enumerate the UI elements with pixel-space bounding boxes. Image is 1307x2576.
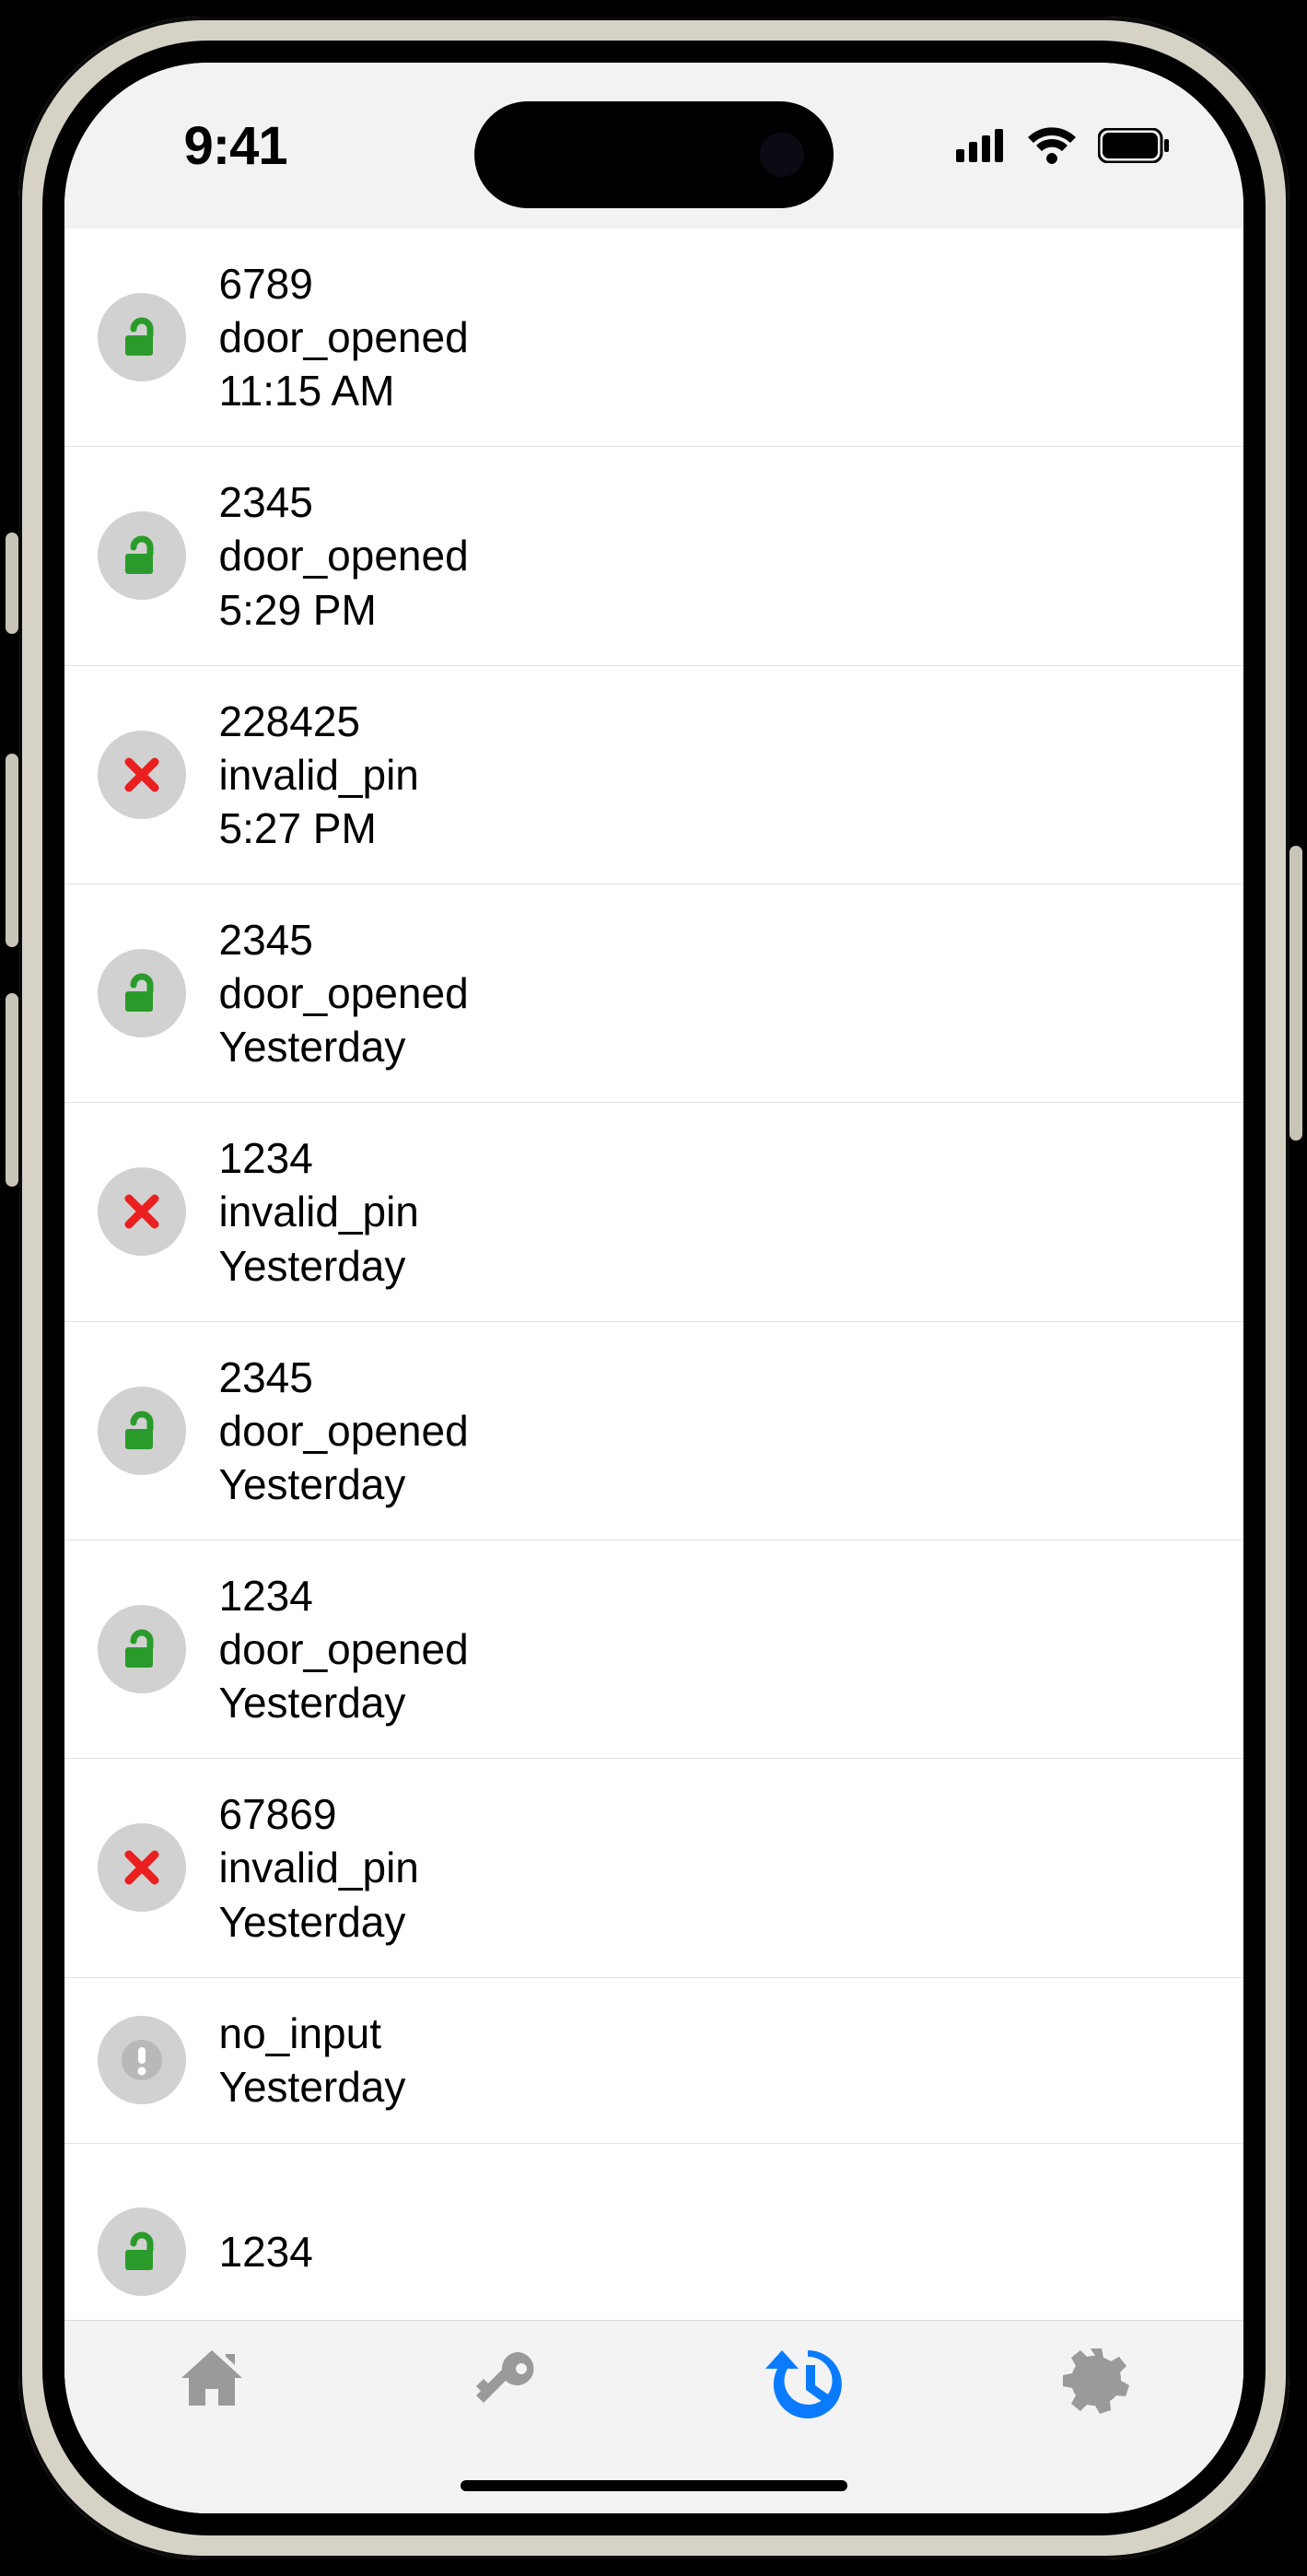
unlock-icon [118,313,166,361]
event-time: 5:27 PM [219,802,419,854]
tab-home[interactable] [157,2347,267,2411]
event-text: 6789door_opened11:15 AM [219,258,469,416]
list-item[interactable]: 2345door_openedYesterday [64,884,1243,1103]
list-item[interactable]: 1234invalid_pinYesterday [64,1103,1243,1321]
silence-switch [6,533,18,634]
x-icon [122,1191,162,1232]
event-status-icon [98,2016,186,2104]
volume-down-button [6,993,18,1187]
event-text: 1234invalid_pinYesterday [219,1132,419,1291]
event-type: door_opened [219,1405,469,1457]
event-text: no_inputYesterday [219,2008,406,2113]
event-type: door_opened [219,311,469,363]
list-item[interactable]: 6789door_opened11:15 AM [64,228,1243,447]
home-icon [176,2347,248,2411]
unlock-icon [118,969,166,1017]
list-item[interactable]: 1234door_openedYesterday [64,1540,1243,1759]
event-pin: 1234 [219,2226,313,2277]
event-text: 228425invalid_pin5:27 PM [219,696,419,854]
event-status-icon [98,1605,186,1693]
event-type: door_opened [219,1623,469,1675]
event-status-icon [98,293,186,381]
event-text: 2345door_opened5:29 PM [219,476,469,635]
event-pin: 67869 [219,1788,419,1840]
event-type: invalid_pin [219,1186,419,1237]
x-icon [122,755,162,795]
list-item[interactable]: no_inputYesterday [64,1978,1243,2144]
unlock-icon [118,1625,166,1673]
list-item[interactable]: 2345door_openedYesterday [64,1322,1243,1540]
tab-history[interactable] [746,2347,857,2422]
event-status-icon [98,1823,186,1912]
event-pin: 2345 [219,914,469,966]
status-time: 9:41 [184,115,287,177]
event-pin: 1234 [219,1132,419,1184]
event-text: 2345door_openedYesterday [219,1352,469,1510]
home-indicator [461,2480,847,2491]
event-time: Yesterday [219,1021,469,1072]
tab-settings[interactable] [1041,2347,1151,2415]
cellular-icon [956,129,1006,162]
list-item[interactable]: 2345door_opened5:29 PM [64,447,1243,665]
event-time: Yesterday [219,1240,419,1292]
list-item[interactable]: 1234 [64,2144,1243,2320]
event-time: Yesterday [219,1896,419,1948]
event-list[interactable]: 6789door_opened11:15 AM2345door_opened5:… [64,228,1243,2320]
event-type: door_opened [219,967,469,1019]
list-item[interactable]: 228425invalid_pin5:27 PM [64,666,1243,884]
wifi-icon [1028,127,1076,164]
gear-icon [1062,2347,1130,2415]
event-pin: 2345 [219,1352,469,1403]
event-status-icon [98,511,186,600]
unlock-icon [118,532,166,580]
status-indicators [956,127,1170,164]
volume-up-button [6,754,18,947]
event-type: door_opened [219,530,469,581]
event-time: 11:15 AM [219,365,469,416]
event-type: invalid_pin [219,1842,419,1893]
event-status-icon [98,949,186,1037]
phone-bezel: 9:41 [42,41,1266,2535]
screen: 9:41 [64,63,1243,2513]
unlock-icon [118,2228,166,2276]
event-pin: 2345 [219,476,469,528]
key-icon [471,2347,543,2411]
event-time: Yesterday [219,1677,469,1728]
event-time: 5:29 PM [219,584,469,636]
unlock-icon [118,1407,166,1455]
event-status-icon [98,731,186,819]
event-text: 1234door_openedYesterday [219,1570,469,1728]
x-icon [122,1847,162,1888]
phone-frame: 9:41 [18,17,1289,2559]
event-type: invalid_pin [219,749,419,801]
event-pin: 228425 [219,696,419,747]
event-status-icon [98,1167,186,1256]
battery-icon [1098,128,1170,163]
event-type: no_input [219,2008,406,2059]
event-text: 67869invalid_pinYesterday [219,1788,419,1947]
history-icon [760,2347,843,2422]
alert-icon [118,2036,166,2084]
dynamic-island [474,101,834,208]
event-time: Yesterday [219,1458,469,1510]
event-time: Yesterday [219,2061,406,2113]
event-text: 1234 [219,2226,313,2277]
tab-keys[interactable] [451,2347,562,2411]
power-button [1289,846,1302,1141]
list-item[interactable]: 67869invalid_pinYesterday [64,1759,1243,1977]
event-pin: 1234 [219,1570,469,1622]
event-status-icon [98,1387,186,1475]
event-status-icon [98,2207,186,2296]
event-text: 2345door_openedYesterday [219,914,469,1072]
event-pin: 6789 [219,258,469,310]
